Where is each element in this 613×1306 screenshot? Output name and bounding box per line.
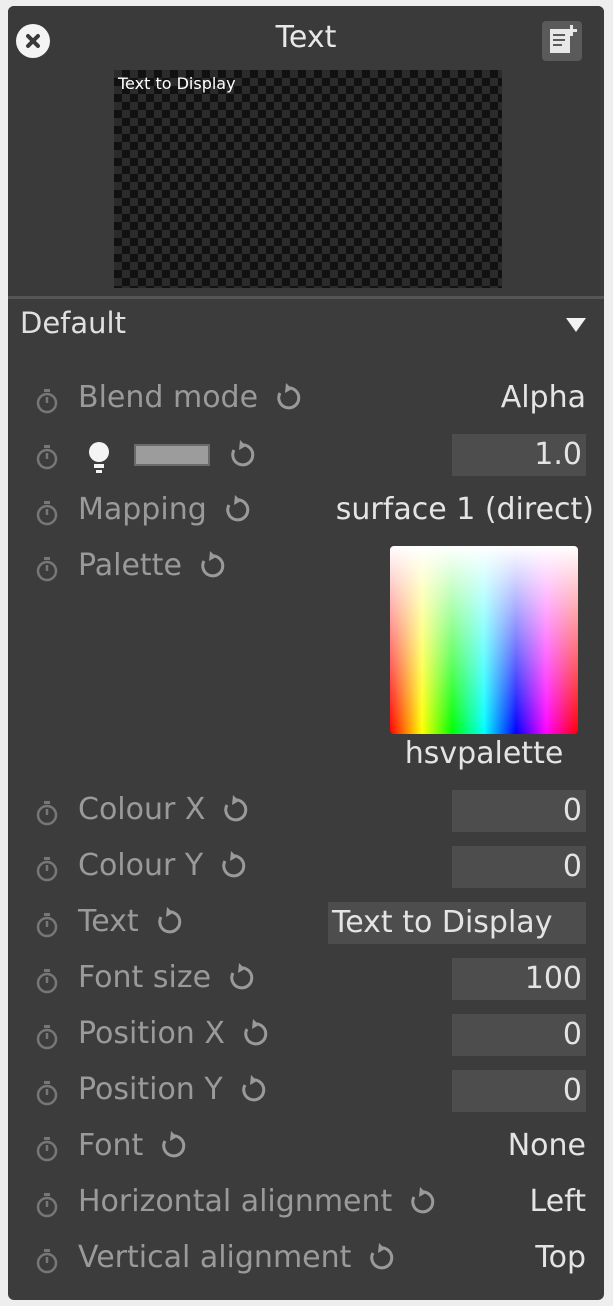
font-size-field[interactable]: 100: [452, 958, 586, 1000]
lightbulb-icon: [89, 442, 109, 473]
reset-icon[interactable]: [153, 906, 183, 937]
reset-icon[interactable]: [272, 382, 302, 413]
reset-icon[interactable]: [226, 440, 256, 470]
blend-mode-label: Blend mode: [78, 380, 259, 415]
reset-icon[interactable]: [196, 550, 226, 581]
palette-label: Palette: [78, 548, 182, 583]
horizontal-alignment-value[interactable]: Left: [530, 1184, 586, 1219]
timer-icon[interactable]: [34, 444, 60, 470]
horizontal-alignment-label: Horizontal alignment: [78, 1184, 393, 1219]
timer-icon[interactable]: [34, 1024, 60, 1050]
param-blend-mode: Blend mode Alpha: [8, 378, 604, 422]
param-position-y: Position Y 0: [8, 1070, 604, 1114]
font-size-label: Font size: [78, 960, 212, 995]
section-title: Default: [20, 306, 126, 340]
reset-icon[interactable]: [365, 1242, 395, 1273]
reset-icon[interactable]: [237, 1074, 267, 1105]
reset-icon[interactable]: [406, 1186, 436, 1217]
panel-header: Text Text to Display: [8, 6, 604, 296]
colour-x-label: Colour X: [78, 792, 206, 827]
position-y-field[interactable]: 0: [452, 1070, 586, 1112]
palette-name: hsvpalette: [404, 736, 564, 771]
font-value[interactable]: None: [508, 1128, 586, 1163]
palette-swatch[interactable]: [390, 546, 578, 734]
mapping-value[interactable]: surface 1 (direct): [336, 492, 594, 527]
param-horizontal-alignment: Horizontal alignment Left: [8, 1182, 604, 1226]
text-label: Text: [78, 904, 139, 939]
vertical-alignment-value[interactable]: Top: [535, 1240, 586, 1275]
timer-icon[interactable]: [34, 968, 60, 994]
param-vertical-alignment: Vertical alignment Top: [8, 1238, 604, 1282]
reset-icon[interactable]: [219, 794, 249, 825]
reset-icon[interactable]: [157, 1130, 187, 1161]
position-x-label: Position X: [78, 1016, 225, 1051]
reset-icon[interactable]: [217, 850, 247, 881]
timer-icon[interactable]: [34, 1248, 60, 1274]
mapping-label: Mapping: [78, 492, 207, 527]
panel-title: Text: [275, 20, 337, 55]
timer-icon[interactable]: [34, 556, 60, 582]
preview-canvas: Text to Display: [114, 70, 502, 288]
param-font: Font None: [8, 1126, 604, 1170]
timer-icon[interactable]: [34, 500, 60, 526]
vertical-alignment-label: Vertical alignment: [78, 1240, 352, 1275]
param-position-x: Position X 0: [8, 1014, 604, 1058]
timer-icon[interactable]: [34, 1192, 60, 1218]
timer-icon[interactable]: [34, 912, 60, 938]
reset-icon[interactable]: [225, 962, 255, 993]
timer-icon[interactable]: [34, 388, 60, 414]
triangle-down-icon[interactable]: [566, 318, 586, 332]
notes-icon[interactable]: [542, 21, 582, 61]
colour-y-label: Colour Y: [78, 848, 204, 883]
brightness-field[interactable]: 1.0: [452, 434, 586, 476]
preview-text: Text to Display: [118, 74, 236, 93]
timer-icon[interactable]: [34, 1136, 60, 1162]
param-colour-x: Colour X 0: [8, 790, 604, 834]
param-brightness: 1.0: [8, 434, 604, 478]
timer-icon[interactable]: [34, 800, 60, 826]
font-label: Font: [78, 1128, 144, 1163]
param-colour-y: Colour Y 0: [8, 846, 604, 890]
reset-icon[interactable]: [239, 1018, 269, 1049]
text-field[interactable]: Text to Display: [328, 902, 586, 944]
param-font-size: Font size 100: [8, 958, 604, 1002]
brightness-slider[interactable]: [134, 444, 210, 466]
blend-mode-value[interactable]: Alpha: [501, 380, 586, 415]
colour-y-field[interactable]: 0: [452, 846, 586, 888]
timer-icon[interactable]: [34, 856, 60, 882]
param-mapping: Mapping surface 1 (direct): [8, 490, 604, 534]
colour-x-field[interactable]: 0: [452, 790, 586, 832]
reset-icon[interactable]: [221, 494, 251, 525]
position-x-field[interactable]: 0: [452, 1014, 586, 1056]
timer-icon[interactable]: [34, 1080, 60, 1106]
text-node-panel: Text Text to Display Default Blend mode …: [8, 6, 604, 1300]
position-y-label: Position Y: [78, 1072, 223, 1107]
divider: [8, 296, 604, 299]
param-text: Text Text to Display: [8, 902, 604, 946]
